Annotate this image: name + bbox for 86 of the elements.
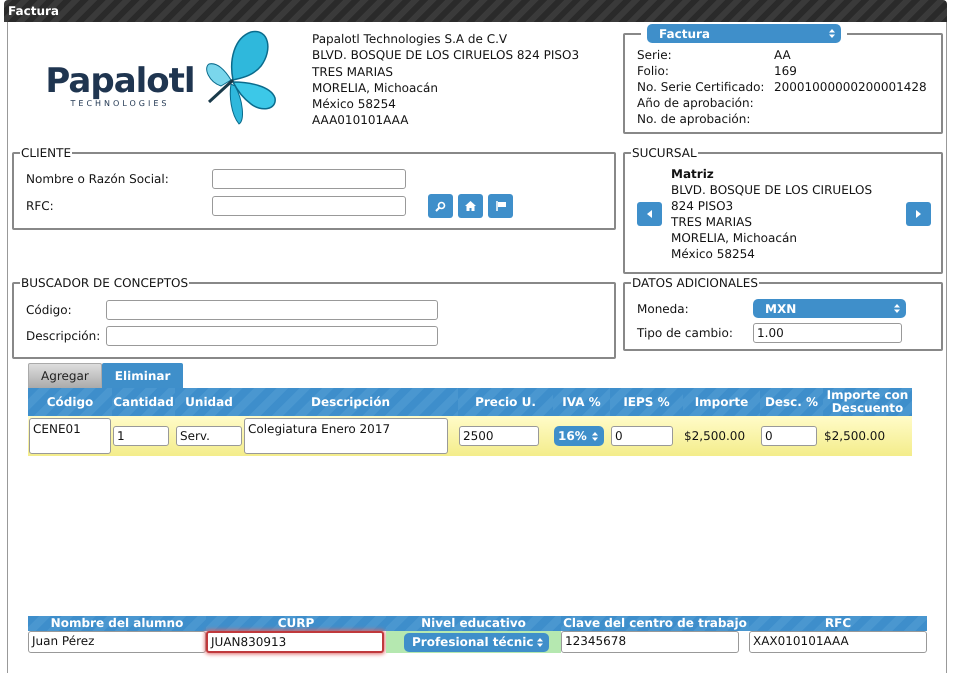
- company-address-line: Papalotl Technologies S.A de C.V: [312, 31, 508, 48]
- branch-address-line: México 58254: [671, 246, 756, 262]
- column-header: IVA %: [553, 388, 610, 416]
- field-value: 169: [774, 63, 798, 79]
- right-triangle-icon: [916, 210, 921, 218]
- field-label: Código:: [26, 303, 73, 317]
- field-label: RFC:: [26, 199, 55, 213]
- column-header: Unidad: [175, 388, 243, 416]
- field-label: Año de aprobación:: [637, 95, 755, 111]
- field-label: No. de aprobación:: [637, 111, 752, 127]
- updown-arrows-icon: [894, 304, 900, 313]
- student-input[interactable]: XAX010101AAA: [749, 631, 927, 653]
- table-input[interactable]: 1: [113, 426, 169, 446]
- education-level-select[interactable]: Profesional técnic: [404, 632, 549, 652]
- table-input[interactable]: 2500: [459, 426, 539, 446]
- column-header: CURP: [206, 616, 386, 631]
- text-input[interactable]: [106, 326, 438, 346]
- column-header: Nombre del alumno: [28, 616, 206, 631]
- field-label: Folio:: [637, 63, 670, 79]
- currency-select[interactable]: MXN: [753, 299, 906, 318]
- text-input[interactable]: [106, 300, 438, 320]
- branch-name: Matriz: [671, 166, 715, 182]
- field-value: 20001000000200001428: [774, 79, 928, 95]
- left-triangle-icon: [647, 210, 652, 218]
- column-header: Importe con Descuento: [823, 388, 912, 416]
- text-input[interactable]: [212, 169, 406, 189]
- previous-button[interactable]: [637, 202, 662, 226]
- logo-name: Papalotl: [45, 62, 195, 98]
- home-button[interactable]: [458, 194, 483, 218]
- field-value: AA: [774, 47, 792, 63]
- table-input[interactable]: CENE01: [29, 418, 111, 454]
- search-button[interactable]: [428, 194, 453, 218]
- column-header: Nivel educativo: [386, 616, 561, 631]
- updown-arrows-icon: [829, 29, 835, 38]
- column-header: IEPS %: [610, 388, 683, 416]
- branch-address-line: BLVD. BOSQUE DE LOS CIRUELOS: [671, 182, 874, 198]
- column-header: Descripción: [243, 388, 458, 416]
- company-address-line: BLVD. BOSQUE DE LOS CIRUELOS 824 PISO3: [312, 47, 580, 64]
- field-label: Descripción:: [26, 329, 102, 343]
- branch-address-line: TRES MARIAS: [671, 214, 753, 230]
- branch-address-line: 824 PISO3: [671, 198, 734, 214]
- iva-select[interactable]: 16%: [554, 426, 604, 446]
- branch-address-line: MORELIA, Michoacán: [671, 230, 798, 246]
- table-input[interactable]: Colegiatura Enero 2017: [244, 418, 448, 454]
- column-header: Precio U.: [458, 388, 553, 416]
- flag-button[interactable]: [488, 194, 513, 218]
- field-label: Moneda:: [637, 302, 690, 316]
- column-header: Clave del centro de trabajo: [561, 616, 749, 631]
- tab[interactable]: Eliminar: [102, 363, 184, 388]
- field-label: Serie:: [637, 47, 673, 63]
- student-input[interactable]: Juan Pérez: [28, 631, 206, 653]
- student-input[interactable]: 12345678: [561, 631, 739, 653]
- updown-arrows-icon: [537, 638, 543, 646]
- table-input[interactable]: 0: [611, 426, 673, 446]
- student-input[interactable]: JUAN830913: [206, 631, 384, 653]
- column-header: Cantidad: [112, 388, 175, 416]
- home-icon: [465, 201, 476, 211]
- field-label: Tipo de cambio:: [637, 326, 734, 340]
- table-input[interactable]: 0: [761, 426, 817, 446]
- panel-legend: BUSCADOR DE CONCEPTOS: [20, 276, 190, 290]
- search-icon: [435, 200, 446, 212]
- window-title: Factura: [4, 0, 947, 22]
- field-label: No. Serie Certificado:: [637, 79, 766, 95]
- column-header: Código: [28, 388, 112, 416]
- table-input[interactable]: Serv.: [176, 426, 242, 446]
- panel-legend: CLIENTE: [20, 146, 72, 160]
- column-header: Importe: [683, 388, 760, 416]
- text-input[interactable]: [212, 196, 406, 216]
- panel-legend: DATOS ADICIONALES: [631, 276, 759, 290]
- company-address-line: México 58254: [312, 96, 397, 112]
- panel-legend: SUCURSAL: [631, 146, 698, 160]
- company-address-line: AAA010101AAA: [312, 112, 410, 129]
- tab[interactable]: Agregar: [28, 363, 102, 388]
- column-header: RFC: [749, 616, 927, 631]
- amount-text: $2,500.00: [684, 429, 746, 443]
- company-address-line: TRES MARIAS: [312, 64, 394, 80]
- logo-tagline: TECHNOLOGIES: [70, 98, 170, 108]
- field-label: Nombre o Razón Social:: [26, 172, 170, 186]
- column-header: Desc. %: [760, 388, 823, 416]
- document-type-select[interactable]: Factura: [647, 24, 841, 43]
- exchange-rate-input[interactable]: 1.00: [753, 323, 902, 343]
- next-button[interactable]: [906, 202, 931, 226]
- amount-text: $2,500.00: [824, 429, 886, 443]
- company-address-line: MORELIA, Michoacán: [312, 80, 439, 96]
- updown-arrows-icon: [592, 432, 598, 440]
- flag-icon: [496, 201, 506, 211]
